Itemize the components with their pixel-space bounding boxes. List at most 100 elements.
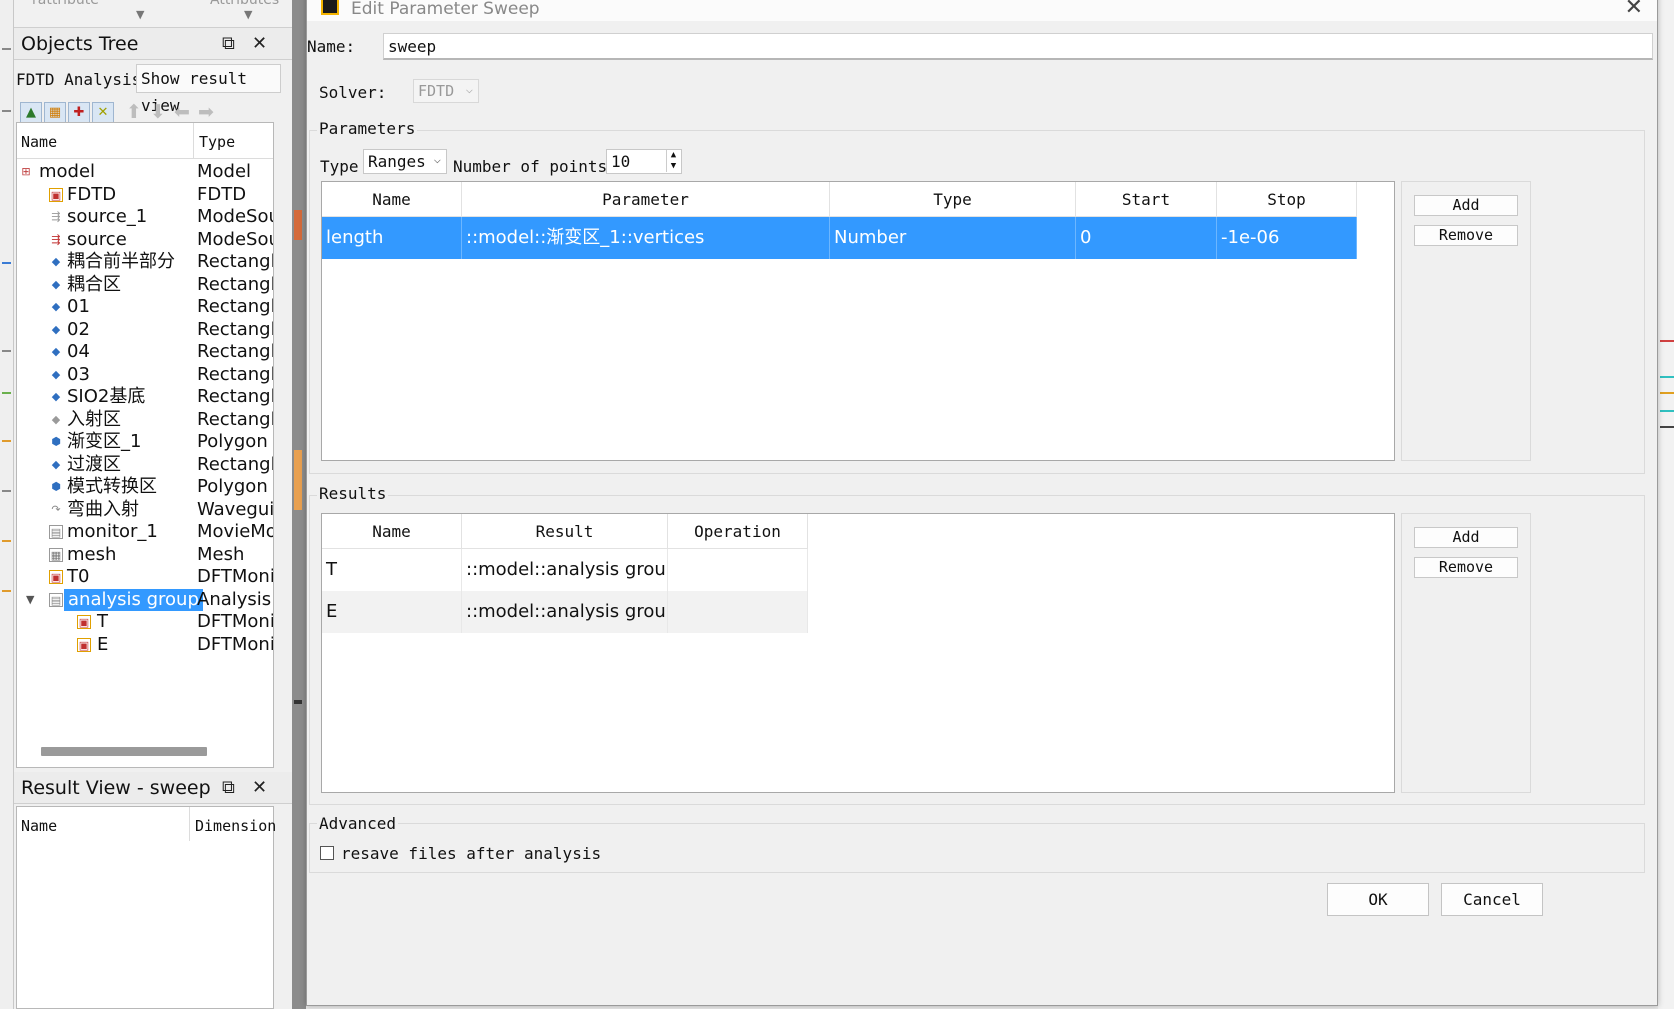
chevron-down-icon[interactable]: ▼ — [244, 8, 252, 21]
remove-parameter-button[interactable]: Remove — [1414, 225, 1518, 246]
tree-item-rectangle[interactable]: ◆ 耦合前半部分 Rectangle — [17, 251, 273, 274]
cell-name[interactable]: length — [322, 217, 462, 259]
objects-tree[interactable]: Name Type ⊞ model Model ▣ FDTD FDTD ⇶ so… — [16, 122, 274, 768]
cell-operation[interactable] — [668, 549, 808, 591]
mesh-icon: ▦ — [49, 547, 63, 562]
tree-item-analysis-group[interactable]: ▼ ▤ analysis group Analysis G — [17, 588, 273, 612]
tree-item-rectangle[interactable]: ◆ 01 Rectangle — [17, 296, 273, 319]
fdtd-icon: ▣ — [49, 187, 63, 202]
cell-name[interactable]: T — [322, 549, 462, 591]
rectangle-icon: ◆ — [51, 345, 61, 358]
cell-parameter[interactable]: ::model::渐变区_1::vertices — [462, 217, 830, 259]
resave-checkbox[interactable] — [320, 846, 334, 860]
analysis-label: FDTD Analysis — [16, 70, 142, 89]
ok-button[interactable]: OK — [1327, 883, 1429, 916]
tree-item-waveguide[interactable]: ↷ 弯曲入射 Waveguid — [17, 499, 273, 522]
cell-type[interactable]: Number — [830, 217, 1076, 259]
column-header-name[interactable]: Name — [21, 133, 57, 151]
cancel-button[interactable]: Cancel — [1441, 883, 1543, 916]
tree-item-dft-monitor[interactable]: ▣ T DFTMonit — [17, 611, 273, 634]
column-header-dimension[interactable]: Dimension — [195, 817, 276, 835]
tree-item-dft-monitor[interactable]: ▣ T0 DFTMonit — [17, 566, 273, 589]
tree-item-polygon[interactable]: ⬢ 模式转换区 Polygon — [17, 476, 273, 499]
chevron-down-icon[interactable]: ▼ — [136, 8, 144, 21]
results-group-title: Results — [317, 484, 389, 503]
solver-label: Solver: — [319, 83, 387, 102]
column-header-name[interactable]: Name — [21, 817, 57, 835]
tree-item-rectangle[interactable]: ◆ 02 Rectangle — [17, 319, 273, 342]
tree-item-model[interactable]: ⊞ model Model — [17, 161, 273, 184]
add-parameter-button[interactable]: Add — [1414, 195, 1518, 216]
solver-select[interactable]: FDTD ⌵ — [413, 79, 479, 103]
tree-item-rectangle[interactable]: ◆ 入射区 Rectangle — [17, 409, 273, 432]
horizontal-scrollbar[interactable] — [41, 747, 207, 756]
tree-item-dft-monitor[interactable]: ▣ E DFTMonit — [17, 634, 273, 657]
column-header[interactable]: Stop — [1217, 182, 1357, 217]
float-panel-icon[interactable]: ⧉ — [222, 28, 235, 60]
float-panel-icon[interactable]: ⧉ — [222, 772, 235, 804]
add-structure-icon[interactable]: ▲ — [20, 102, 42, 124]
tree-item-rectangle[interactable]: ◆ SIO2基底 Rectangle — [17, 386, 273, 409]
polygon-icon: ⬢ — [51, 480, 61, 493]
cell-operation[interactable] — [668, 591, 808, 633]
results-side-panel — [1401, 513, 1531, 793]
column-header[interactable]: Start — [1076, 182, 1217, 217]
spin-arrows-icon[interactable]: ▲ ▼ — [666, 150, 680, 172]
tree-item-rectangle[interactable]: ◆ 耦合区 Rectangle — [17, 274, 273, 297]
sweep-type-select[interactable]: Ranges ⌵ — [363, 149, 447, 174]
points-label: Number of points: — [453, 157, 617, 176]
dialog-title: Edit Parameter Sweep — [351, 0, 540, 19]
move-left-icon[interactable]: ⬅ — [174, 101, 190, 123]
column-header[interactable]: Name — [322, 182, 462, 217]
expand-arrow-icon[interactable]: ▼ — [26, 589, 34, 612]
tree-item-fdtd[interactable]: ▣ FDTD FDTD — [17, 184, 273, 207]
tree-item-polygon[interactable]: ⬢ 渐变区_1 Polygon — [17, 431, 273, 454]
column-header[interactable]: Type — [830, 182, 1076, 217]
column-header[interactable]: Result — [462, 514, 668, 549]
resave-label[interactable]: resave files after analysis — [341, 844, 601, 863]
move-right-icon[interactable]: ➡ — [198, 101, 214, 123]
dialog-titlebar: Edit Parameter Sweep ✕ — [307, 0, 1657, 21]
tree-item-rectangle[interactable]: ◆ 03 Rectangle — [17, 364, 273, 387]
move-down-icon[interactable]: ⬇ — [150, 101, 166, 123]
show-result-view-button[interactable]: Show result view — [136, 64, 281, 115]
background-view-edge — [1658, 0, 1674, 1009]
move-up-icon[interactable]: ⬆ — [126, 101, 142, 123]
left-toolbar-strip — [0, 0, 14, 1009]
tree-item-source-1[interactable]: ⇶ source_1 ModeSou — [17, 206, 273, 229]
cell-stop[interactable]: -1e-06 — [1217, 217, 1357, 259]
add-result-button[interactable]: Add — [1414, 527, 1518, 548]
column-header[interactable]: Name — [322, 514, 462, 549]
name-input[interactable]: sweep — [383, 33, 1653, 60]
points-spinbox[interactable]: 10 ▲ ▼ — [606, 149, 682, 174]
remove-result-button[interactable]: Remove — [1414, 557, 1518, 578]
column-header[interactable]: Operation — [668, 514, 808, 549]
cell-result[interactable]: ::model::analysis group... — [462, 591, 668, 633]
tree-item-mesh[interactable]: ▦ mesh Mesh — [17, 544, 273, 567]
tree-item-source[interactable]: ⇶ source ModeSou — [17, 229, 273, 252]
solver-value: FDTD — [418, 82, 455, 100]
sweep-type-value: Ranges — [368, 152, 426, 171]
panel-header: Result View - sweep ⧉ ✕ — [14, 772, 292, 804]
cell-result[interactable]: ::model::analysis group... — [462, 549, 668, 591]
rectangle-icon: ◆ — [51, 322, 61, 336]
tree-item-rectangle[interactable]: ◆ 04 Rectangle — [17, 341, 273, 364]
results-table[interactable]: Name Result Operation T ::model::analysi… — [321, 513, 1395, 793]
add-monitor-icon[interactable]: ✕ — [92, 102, 114, 124]
tree-item-monitor[interactable]: ▤ monitor_1 MovieMo — [17, 521, 273, 544]
close-icon[interactable]: ✕ — [252, 772, 267, 804]
tree-item-rectangle[interactable]: ◆ 过渡区 Rectangle — [17, 454, 273, 477]
tree-header: Name Type — [17, 123, 273, 159]
add-source-icon[interactable]: ✚ — [68, 102, 90, 124]
close-icon[interactable]: ✕ — [252, 28, 267, 60]
model-icon: ⊞ — [21, 165, 31, 178]
close-icon[interactable]: ✕ — [1625, 0, 1643, 20]
column-header[interactable]: Parameter — [462, 182, 830, 217]
result-view-table[interactable]: Name Dimension — [16, 806, 276, 1009]
column-header-type[interactable]: Type — [199, 133, 235, 151]
cell-name[interactable]: E — [322, 591, 462, 633]
add-grid-icon[interactable]: ▦ — [44, 102, 66, 124]
dft-monitor-icon: ▣ — [77, 637, 91, 652]
cell-start[interactable]: 0 — [1076, 217, 1217, 259]
parameters-table[interactable]: Name Parameter Type Start Stop length ::… — [321, 181, 1395, 461]
